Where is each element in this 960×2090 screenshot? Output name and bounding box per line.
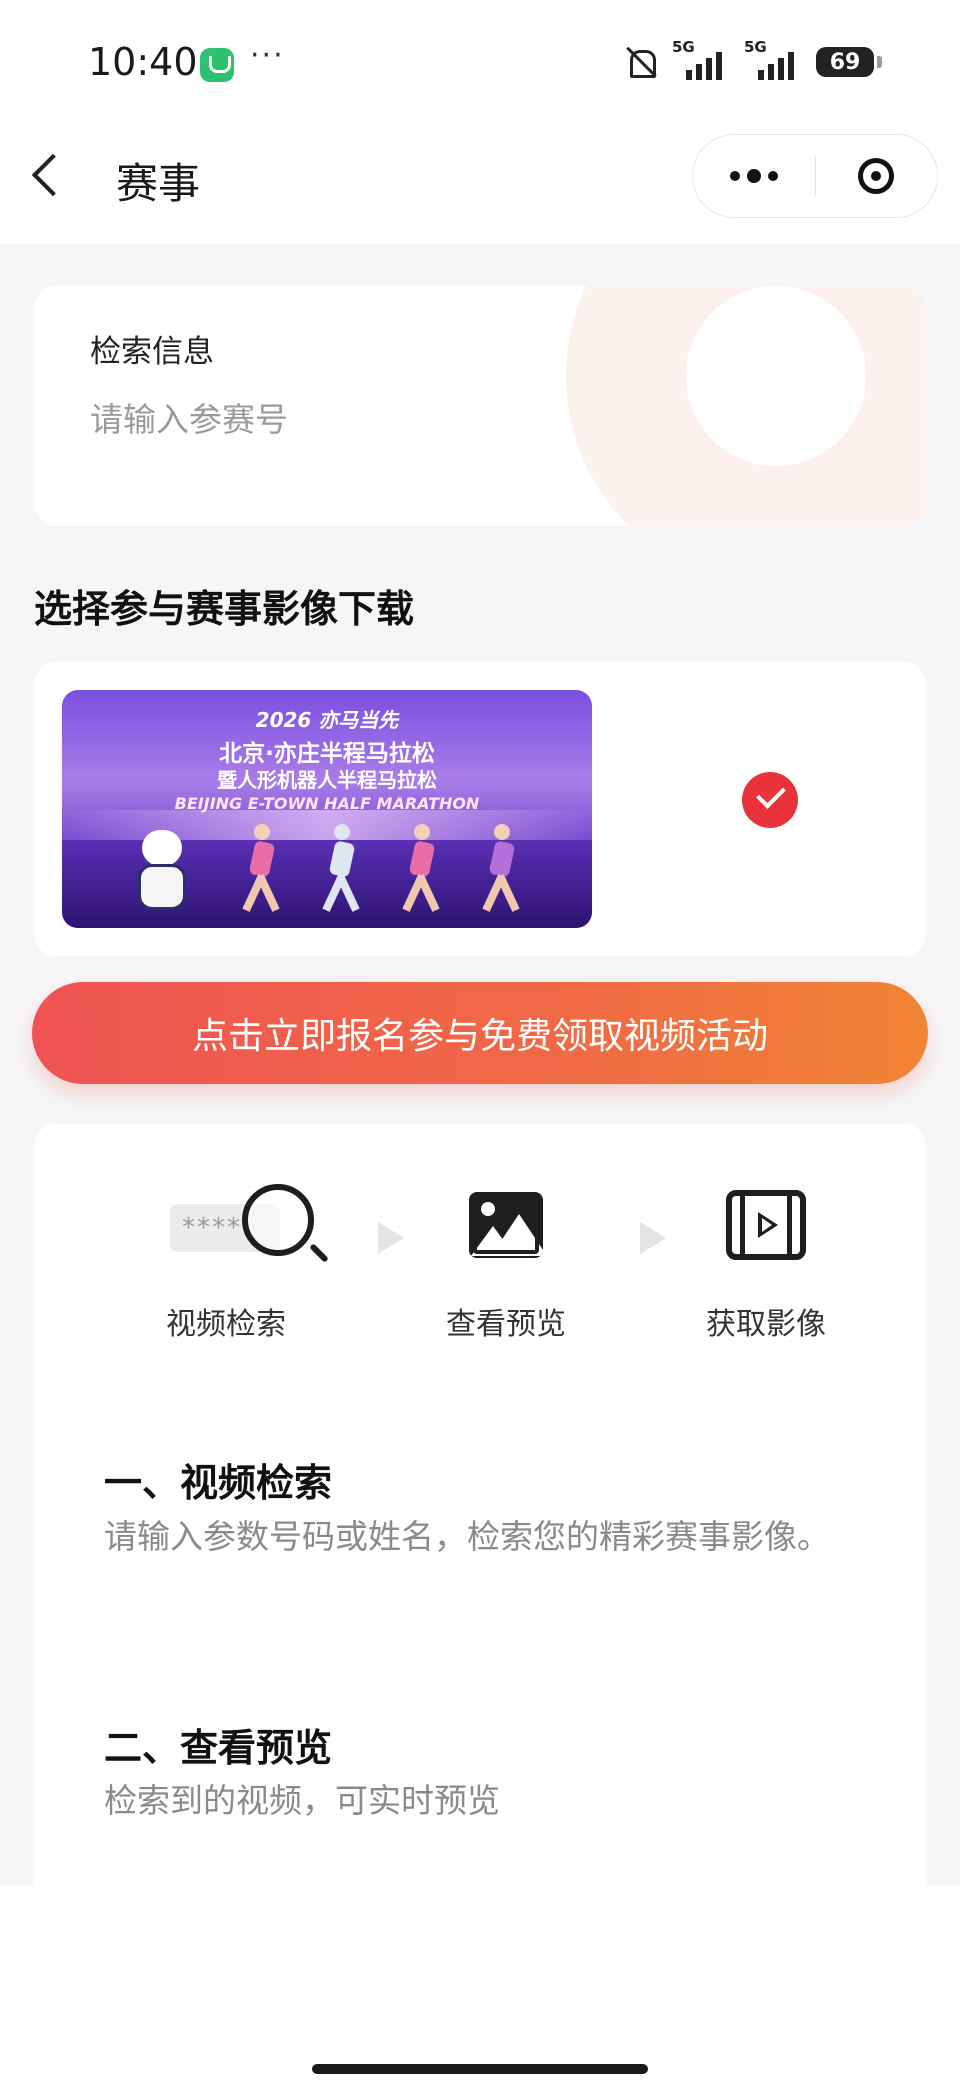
robot-runner-figure	[322, 824, 362, 914]
banner-line-4: BEIJING E-TOWN HALF MARATHON	[174, 794, 480, 813]
event-banner-image: 2026 亦马当先 北京·亦庄半程马拉松 暨人形机器人半程马拉松 BEIJING…	[62, 690, 592, 928]
runner-figure	[242, 824, 282, 914]
instruction-heading: 二、查看预览	[104, 1726, 333, 1770]
event-option-card[interactable]: 2026 亦马当先 北京·亦庄半程马拉松 暨人形机器人半程马拉松 BEIJING…	[34, 662, 926, 956]
step-label: 获取影像	[706, 1307, 826, 1342]
main-content: 检索信息 选择参与赛事影像下载 2026 亦马当先 北京·亦庄半程马拉松 暨人形…	[0, 244, 960, 1886]
home-indicator[interactable]	[312, 2064, 648, 2074]
arrow-right-icon	[640, 1222, 666, 1254]
section-title: 选择参与赛事影像下载	[34, 587, 415, 631]
more-dots-icon[interactable]	[693, 169, 815, 183]
bell-off-icon	[624, 44, 658, 80]
back-button[interactable]	[26, 150, 66, 200]
banner-line-2: 北京·亦庄半程马拉松	[219, 741, 435, 767]
status-icons: 5G 5G 69	[624, 38, 882, 82]
magnifier-icon	[242, 1184, 322, 1264]
register-cta-button[interactable]: 点击立即报名参与免费领取视频活动	[32, 982, 928, 1084]
status-more-indicator: ···	[250, 38, 285, 73]
battery-icon: 69	[816, 47, 882, 77]
step-label: 查看预览	[446, 1307, 566, 1342]
arrow-right-icon	[378, 1222, 404, 1254]
mascot-figure	[134, 830, 190, 914]
close-miniprogram-button[interactable]	[816, 158, 938, 194]
runner-figure	[402, 824, 442, 914]
signal-icon: 5G	[672, 38, 730, 82]
runner-figure	[482, 824, 522, 914]
selected-check-icon[interactable]	[742, 772, 798, 828]
banner-line-3: 暨人形机器人半程马拉松	[217, 768, 437, 792]
miniprogram-capsule	[692, 134, 938, 218]
instruction-text: 请输入参数号码或姓名，检索您的精彩赛事影像。	[104, 1517, 830, 1556]
signal-icon-2: 5G	[744, 38, 802, 82]
instruction-heading: 一、视频检索	[104, 1461, 333, 1505]
video-film-icon	[726, 1190, 806, 1260]
wechat-icon	[200, 48, 234, 82]
target-icon	[858, 158, 895, 194]
instruction-text: 检索到的视频，可实时预览	[104, 1781, 500, 1820]
page-title: 赛事	[116, 159, 201, 208]
step-label: 视频检索	[166, 1307, 286, 1342]
steps-card: **** 视频检索 查看预览 获取影像 一、视频检索 请输入参数号码或姓名，检索…	[34, 1124, 926, 1886]
search-card: 检索信息	[34, 286, 926, 526]
bib-number-input[interactable]	[90, 394, 650, 444]
search-label: 检索信息	[90, 334, 214, 370]
image-icon	[469, 1192, 543, 1258]
banner-line-1: 2026 亦马当先	[255, 708, 399, 732]
status-time: 10:40	[88, 40, 198, 84]
